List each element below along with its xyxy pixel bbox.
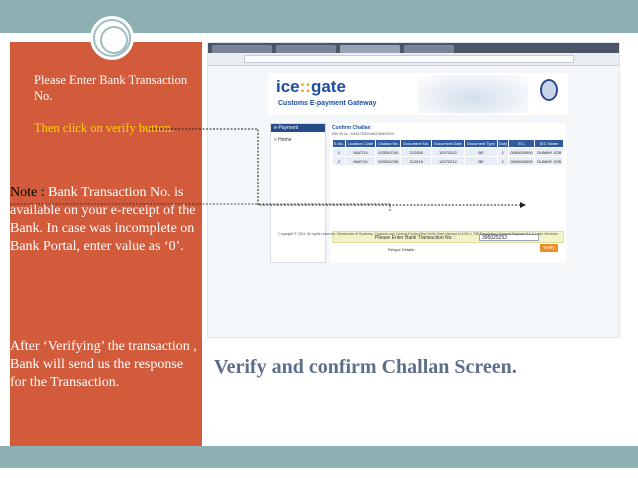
- url-field: [244, 55, 574, 63]
- instruction-enter-bank: Please Enter Bank Transaction No.: [34, 73, 188, 103]
- browser-tab: [276, 45, 336, 53]
- browser-address-bar: [208, 53, 619, 66]
- gateway-sidebar: e-Payment » Home: [270, 123, 326, 263]
- icegate-logo: ice::gate: [276, 77, 346, 96]
- confirm-challan-panel: Confirm Challan Ref ID is : 5394753204A2…: [330, 123, 566, 263]
- bottom-margin: [0, 468, 638, 478]
- gateway-footer: Copyright © 2011. All rights reserved. D…: [278, 232, 558, 236]
- table-header-row: S.No. Location Code Challan No. Document…: [332, 139, 564, 148]
- table-cell: INATG4: [344, 147, 377, 157]
- slide-caption: Verify and confirm Challan Screen.: [214, 356, 517, 378]
- table-cell: 212015: [400, 156, 432, 166]
- column-header: Challan No.: [375, 139, 402, 148]
- table-cell: BE: [463, 147, 499, 157]
- reference-id: Ref ID is : 5394753204A2394K294: [332, 131, 394, 136]
- table-cell: 12072012: [430, 147, 465, 157]
- globe-map-graphic: [418, 75, 528, 113]
- bottom-band: [0, 446, 638, 468]
- sidebar-header: e-Payment: [271, 124, 325, 132]
- government-emblem-icon: [540, 79, 558, 101]
- slide-circle-icon: [93, 19, 131, 57]
- table-cell: 2: [332, 156, 346, 166]
- table-cell: INATG4: [344, 156, 377, 166]
- browser-tab-bar: [208, 43, 619, 53]
- table-row: 1 INATG4 633260740 212055 12072012 BE 1 …: [332, 147, 564, 157]
- gateway-screenshot: ice::gate Customs E-payment Gateway e-Pa…: [207, 42, 620, 338]
- table-cell: 633260705: [375, 156, 402, 166]
- column-header: Duty: [497, 139, 509, 148]
- column-header: S.No.: [332, 139, 346, 148]
- column-header: Document Date: [430, 139, 465, 148]
- instruction-panel: Please Enter Bank Transaction No. Then c…: [10, 42, 202, 446]
- table-cell: DUMMY JOB: [534, 156, 564, 166]
- column-header: IEC: [507, 139, 536, 148]
- note-block: Note : Bank Transaction No. is available…: [10, 184, 200, 256]
- table-cell: 212055: [400, 147, 432, 157]
- table-cell: 1: [497, 156, 509, 166]
- challan-table: S.No. Location Code Challan No. Document…: [332, 139, 564, 166]
- table-row: 2 INATG4 633260705 212015 12072012 BE 1 …: [332, 156, 564, 166]
- column-header: Document No.: [400, 139, 432, 148]
- table-cell: 1: [497, 147, 509, 157]
- table-cell: 0000000000: [507, 156, 536, 166]
- table-cell: 0000000000: [507, 147, 536, 157]
- column-header: IEC Name: [534, 139, 564, 148]
- gateway-subtitle: Customs E-payment Gateway: [278, 100, 377, 107]
- browser-tab: [212, 45, 272, 53]
- after-verify-text: After ‘Verifying’ the transaction , Bank…: [10, 339, 197, 390]
- gateway-header: ice::gate Customs E-payment Gateway: [268, 73, 568, 115]
- verify-button[interactable]: Verify: [540, 244, 558, 252]
- instruction-click-verify: Then click on verify button.: [34, 121, 174, 135]
- table-cell: 1: [332, 147, 346, 157]
- table-cell: DUMMY JOB: [534, 147, 564, 157]
- sidebar-item-home[interactable]: » Home: [274, 137, 292, 143]
- column-header: Location Code: [344, 139, 377, 148]
- browser-tab: [404, 45, 454, 53]
- table-cell: 633260740: [375, 147, 402, 157]
- table-cell: 12072012: [430, 156, 465, 166]
- note-label: Note :: [10, 185, 45, 200]
- column-header: Document Type: [463, 139, 499, 148]
- retype-details-label: Retype Details :: [388, 247, 417, 252]
- table-cell: BE: [463, 156, 499, 166]
- browser-tab-active: [340, 45, 400, 53]
